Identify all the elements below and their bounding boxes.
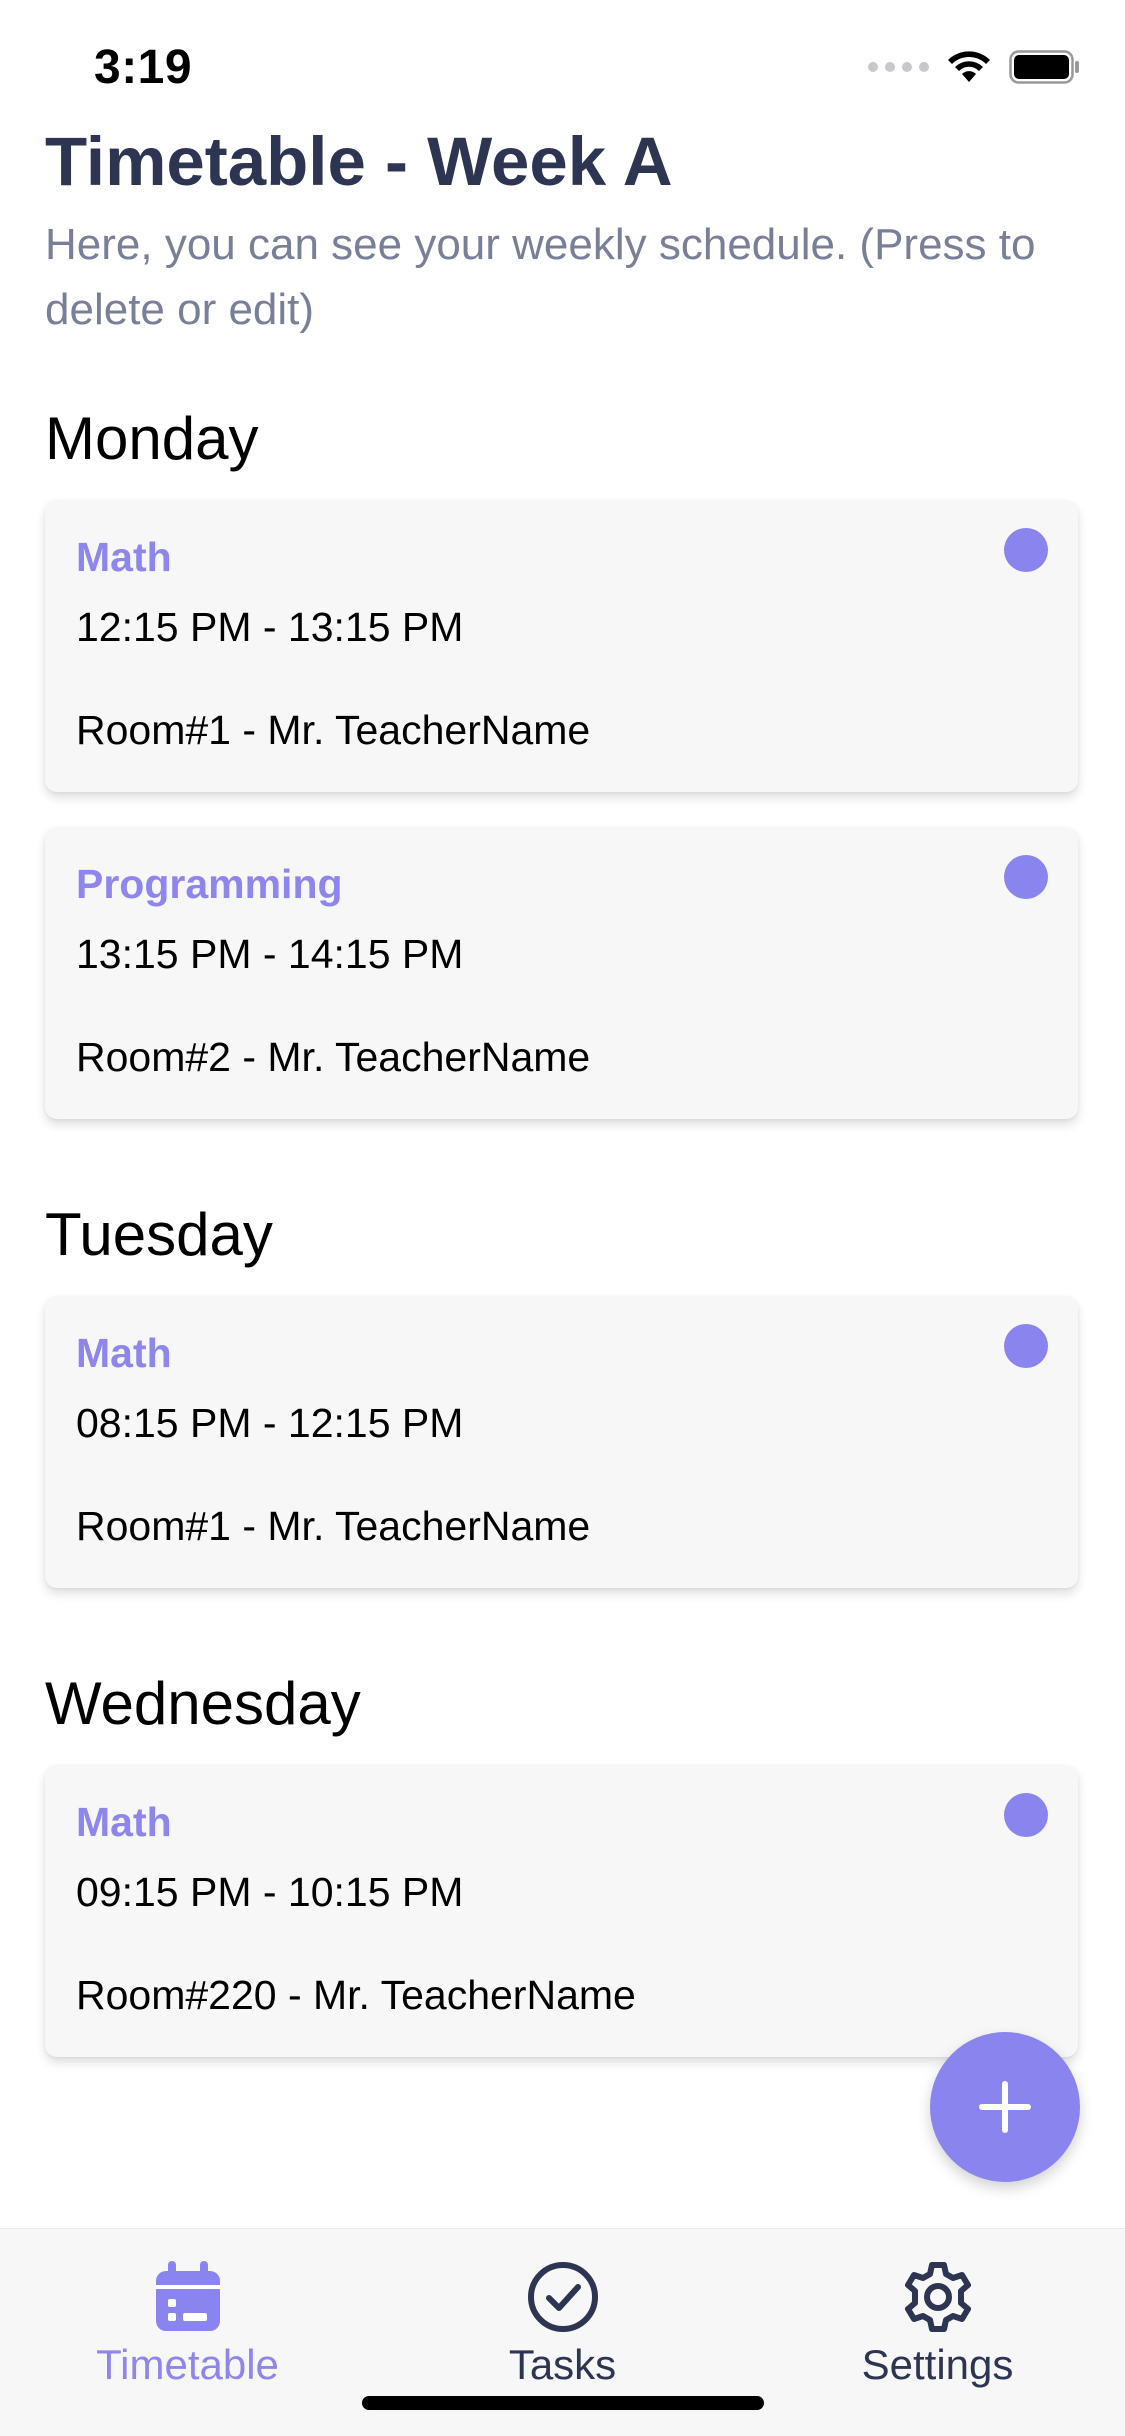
home-indicator: [362, 2396, 764, 2410]
class-time: 13:15 PM - 14:15 PM: [76, 931, 464, 977]
status-bar: 3:19: [0, 0, 1125, 140]
tab-settings[interactable]: Settings: [750, 2229, 1125, 2429]
page-title: Timetable - Week A: [45, 123, 673, 200]
tab-label: Tasks: [508, 2341, 617, 2388]
check-circle-icon: [527, 2262, 598, 2332]
class-room-teacher: Room#2 - Mr. TeacherName: [76, 1034, 591, 1080]
class-room-teacher: Room#220 - Mr. TeacherName: [76, 1972, 636, 2018]
battery-icon: [1009, 50, 1079, 84]
class-subject: Programming: [76, 861, 343, 907]
timetable-screen: 3:19 Timetable - Week A Here, you can se…: [0, 0, 1125, 2436]
class-time: 12:15 PM - 13:15 PM: [76, 604, 464, 650]
day-heading-tuesday: Tuesday: [45, 1201, 273, 1268]
tab-timetable[interactable]: Timetable: [0, 2229, 375, 2429]
cellular-signal-icon: [868, 62, 929, 72]
class-time: 08:15 PM - 12:15 PM: [76, 1400, 464, 1446]
class-subject: Math: [76, 1799, 172, 1845]
tab-label: Timetable: [96, 2341, 279, 2388]
calendar-icon: [155, 2261, 220, 2331]
status-time: 3:19: [94, 41, 193, 94]
gear-icon: [904, 2262, 971, 2332]
plus-icon: [979, 2081, 1031, 2133]
wifi-icon: [948, 51, 990, 82]
class-time: 09:15 PM - 10:15 PM: [76, 1869, 464, 1915]
class-room-teacher: Room#1 - Mr. TeacherName: [76, 1503, 591, 1549]
page-subtitle: Here, you can see your weekly schedule. …: [45, 220, 1036, 334]
class-subject: Math: [76, 534, 172, 580]
status-icons: [868, 50, 1081, 84]
class-card[interactable]: Math 12:15 PM - 13:15 PM Room#1 - Mr. Te…: [45, 500, 1078, 792]
color-dot-icon: [1004, 528, 1048, 572]
color-dot-icon: [1004, 855, 1048, 899]
tab-label: Settings: [861, 2341, 1014, 2388]
add-class-button[interactable]: [930, 2032, 1080, 2182]
day-heading-wednesday: Wednesday: [45, 1670, 361, 1737]
color-dot-icon: [1004, 1793, 1048, 1837]
class-card[interactable]: Math 08:15 PM - 12:15 PM Room#1 - Mr. Te…: [45, 1296, 1078, 1588]
class-room-teacher: Room#1 - Mr. TeacherName: [76, 707, 591, 753]
class-card[interactable]: Math 09:15 PM - 10:15 PM Room#220 - Mr. …: [45, 1765, 1078, 2057]
class-card[interactable]: Programming 13:15 PM - 14:15 PM Room#2 -…: [45, 827, 1078, 1119]
color-dot-icon: [1004, 1324, 1048, 1368]
day-heading-monday: Monday: [45, 405, 259, 472]
class-subject: Math: [76, 1330, 172, 1376]
